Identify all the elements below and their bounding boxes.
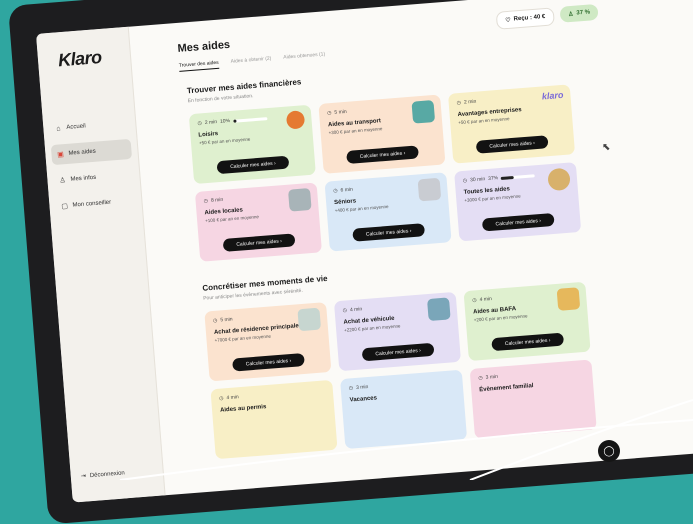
decorative-lines [119, 399, 693, 480]
decorative-line [469, 399, 693, 480]
